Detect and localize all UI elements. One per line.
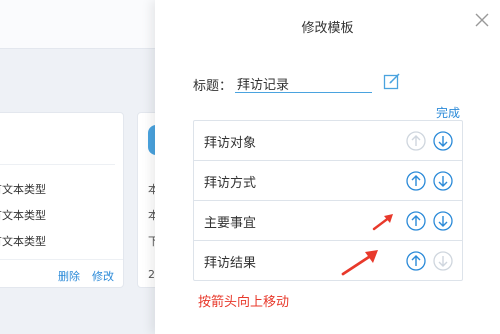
card-field: 2 — [148, 268, 155, 281]
field-name: 拜访对象 — [204, 136, 257, 151]
title-field-label: 标题： — [193, 79, 233, 94]
field-list: 拜访对象 拜访方式 主要事宜 拜访结果 — [193, 120, 463, 281]
edit-link[interactable]: 修改 — [92, 268, 114, 284]
annotation-arrow-icon — [372, 214, 393, 231]
delete-link[interactable]: 删除 — [58, 268, 80, 284]
move-up-icon[interactable] — [406, 131, 426, 151]
title-input[interactable] — [235, 74, 372, 93]
field-name: 拜访结果 — [204, 256, 257, 271]
move-up-icon[interactable] — [406, 211, 426, 231]
modify-template-panel: 修改模板 标题： 完成 拜访对象 拜访方式 — [155, 0, 500, 334]
list-item: 拜访方式 — [194, 161, 462, 201]
move-down-icon[interactable] — [433, 251, 453, 271]
close-icon[interactable] — [474, 12, 490, 28]
annotation-text: 按箭头向上移动 — [198, 295, 290, 310]
edit-icon[interactable] — [383, 72, 401, 90]
card-field: 有文本类型 — [0, 209, 46, 222]
list-item: 拜访结果 — [194, 241, 462, 280]
divider — [0, 164, 115, 165]
move-up-icon[interactable] — [406, 251, 426, 271]
card-field: 有文本类型 — [0, 183, 46, 196]
field-name: 主要事宜 — [204, 216, 257, 231]
list-item: 拜访对象 — [194, 121, 462, 161]
done-button[interactable]: 完成 — [436, 104, 460, 121]
list-item: 主要事宜 — [194, 201, 462, 241]
move-down-icon[interactable] — [433, 211, 453, 231]
card-field: 有文本类型 — [0, 235, 46, 248]
annotation-arrow-icon — [341, 250, 378, 276]
panel-title: 修改模板 — [301, 21, 354, 36]
move-up-icon[interactable] — [406, 171, 426, 191]
move-down-icon[interactable] — [433, 131, 453, 151]
divider — [0, 259, 123, 260]
field-name: 拜访方式 — [204, 176, 257, 191]
move-down-icon[interactable] — [433, 171, 453, 191]
background-card: 有文本类型 有文本类型 有文本类型 删除 修改 — [0, 112, 124, 288]
